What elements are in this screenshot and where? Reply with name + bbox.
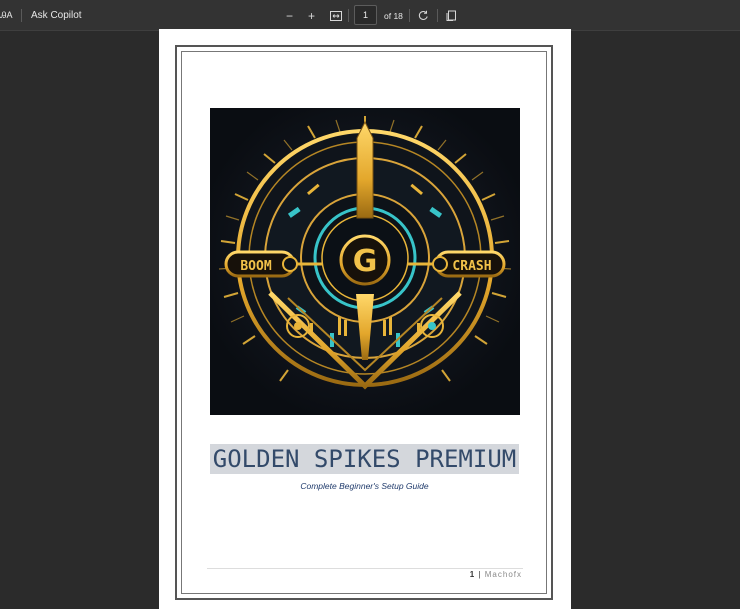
emblem-graphic: G BOOM CRASH: [210, 108, 520, 415]
toolbar-divider: [409, 9, 410, 22]
fit-width-icon: [329, 10, 342, 21]
page-view-icon: [446, 10, 456, 21]
read-aloud-button[interactable]: ᎯA: [0, 0, 13, 31]
footer-separator: |: [478, 570, 482, 579]
fit-to-width-button[interactable]: [328, 8, 343, 23]
cover-right-label: CRASH: [452, 259, 491, 274]
plus-icon: +: [307, 8, 315, 23]
cover-emblem-image: G BOOM CRASH: [210, 108, 520, 415]
ask-copilot-button[interactable]: Ask Copilot: [31, 0, 82, 31]
page-total-label: of 18: [384, 10, 403, 21]
cover-left-label: BOOM: [240, 259, 271, 274]
minus-icon: −: [285, 8, 293, 23]
pdf-toolbar: ᎯA Ask Copilot − + 1 of 18: [0, 0, 740, 31]
zoom-out-button[interactable]: −: [282, 8, 297, 23]
toolbar-divider: [21, 9, 22, 22]
rotate-icon: [418, 10, 428, 20]
rotate-button[interactable]: [416, 8, 431, 23]
read-aloud-icon: ᎯA: [0, 10, 13, 20]
page-footer: 1 | Machofx: [470, 570, 522, 579]
toolbar-divider: [437, 9, 438, 22]
cover-letter: G: [353, 244, 378, 279]
page-total: of 18: [384, 0, 403, 31]
current-page-value: 1: [362, 10, 368, 20]
ask-copilot-label: Ask Copilot: [31, 10, 82, 21]
footer-page-number: 1: [469, 570, 476, 579]
page-number-input[interactable]: 1: [354, 5, 377, 25]
footer-divider: [207, 568, 523, 569]
document-subtitle: Complete Beginner's Setup Guide: [300, 481, 429, 491]
document-title: GOLDEN SPIKES PREMIUM: [212, 445, 517, 473]
footer-brand: Machofx: [484, 570, 522, 579]
pdf-page: G BOOM CRASH GOLDEN SPIKES PREMIUM Compl…: [159, 29, 571, 609]
zoom-in-button[interactable]: +: [304, 8, 319, 23]
page-view-button[interactable]: [444, 8, 459, 23]
toolbar-divider: [348, 9, 349, 22]
